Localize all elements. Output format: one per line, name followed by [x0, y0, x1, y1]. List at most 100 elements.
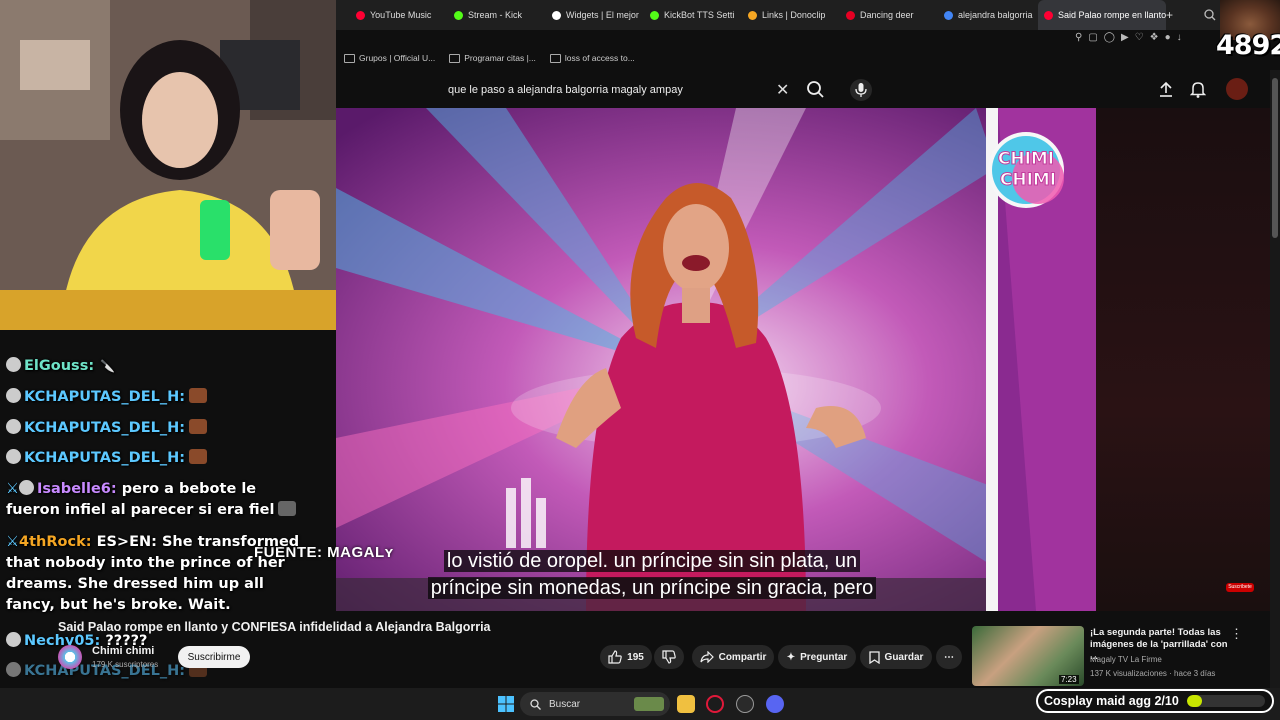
subscribe-button[interactable]: Suscribirme	[178, 646, 250, 668]
microphone-button[interactable]	[850, 79, 872, 101]
thumbs-down-icon	[662, 650, 676, 664]
recommended-video-meta: 137 K visualizaciones · hace 3 días	[1090, 669, 1216, 678]
search-input[interactable]: que le paso a alejandra balgorria magaly…	[438, 77, 800, 103]
taskbar-search[interactable]: Buscar	[520, 692, 670, 716]
video-player[interactable]: CHIMI CHIMI	[336, 108, 1096, 611]
more-vert-icon[interactable]: ⋮	[1230, 626, 1243, 642]
user-badge-icon	[6, 388, 21, 403]
donoclip-icon	[748, 10, 757, 20]
download-icon[interactable]: ↓	[1177, 32, 1182, 43]
pin-icon[interactable]: ⚲	[1075, 32, 1082, 43]
sword-badge-icon: ⚔	[6, 534, 19, 550]
like-count: 195	[627, 651, 644, 663]
ask-button[interactable]: ✦ Preguntar	[778, 645, 856, 669]
tab-youtube-music[interactable]: YouTube Music	[356, 0, 451, 30]
bookmark-grupos[interactable]: Grupos | Official U...	[344, 53, 435, 63]
discord-icon[interactable]	[766, 695, 784, 713]
share-icon	[699, 651, 714, 663]
tab-kickbot[interactable]: KickBot TTS Setti	[650, 0, 742, 30]
user-badge-icon	[6, 357, 21, 372]
tab-kick-stream[interactable]: Stream - Kick	[454, 0, 546, 30]
tab-google-search[interactable]: alejandra balgorria	[944, 0, 1036, 30]
tab-youtube-active[interactable]: Said Palao rompe en llanto	[1038, 0, 1166, 30]
streamer-webcam-image	[0, 0, 336, 330]
kick-icon	[454, 10, 463, 20]
cat-emote-icon	[278, 501, 297, 516]
knife-emote-icon: 🔪	[100, 359, 116, 373]
widget-icon	[552, 10, 561, 20]
bookmark-icon	[449, 53, 461, 63]
channel-avatar[interactable]	[58, 645, 82, 669]
save-button[interactable]: Guardar	[860, 645, 932, 669]
chat-message: KCHAPUTAS_DEL_H:	[6, 387, 208, 408]
youtube-music-icon	[356, 10, 365, 20]
windows-start-icon[interactable]	[498, 696, 514, 712]
notifications-bell-icon[interactable]	[1190, 81, 1206, 98]
user-badge-icon	[19, 480, 34, 495]
user-badge-icon	[6, 449, 21, 464]
subtitle-line-1: lo vistió de oropel. un príncipe sin sin…	[443, 550, 861, 572]
tab-donoclip[interactable]: Links | Donoclip	[748, 0, 840, 30]
tab-dancing-deer[interactable]: Dancing deer	[846, 0, 938, 30]
more-actions-button[interactable]: ⋯	[936, 645, 962, 669]
subtitle-line-2: príncipe sin monedas, un príncipe sin gr…	[427, 577, 877, 599]
subscribe-corner-tag[interactable]: Suscribete	[1226, 583, 1254, 592]
kickbot-icon	[650, 10, 659, 20]
thumbs-up-icon	[608, 650, 622, 664]
emote-icon	[189, 388, 208, 403]
user-badge-icon	[6, 662, 21, 677]
obs-icon[interactable]	[736, 695, 754, 713]
search-highlight-image	[634, 697, 664, 711]
recommended-video-duration: 7:23	[1059, 675, 1079, 684]
cosplay-goal-progress-bar	[1186, 695, 1265, 707]
shield-icon[interactable]: ◯	[1104, 32, 1115, 43]
bookmark-icon	[549, 53, 561, 63]
video-subtitles: lo vistió de oropel. un príncipe sin sin…	[396, 548, 908, 602]
like-button[interactable]: 195	[600, 645, 652, 669]
opera-gx-icon[interactable]	[706, 695, 724, 713]
chimi-logo-line1: CHIMI	[998, 149, 1054, 169]
search-tabs-icon[interactable]	[1204, 9, 1216, 21]
emote-icon	[189, 449, 208, 464]
search-icon[interactable]	[806, 80, 826, 100]
file-explorer-icon[interactable]	[677, 695, 695, 713]
puzzle-icon[interactable]: ❖	[1150, 32, 1159, 43]
cosplay-goal-label: Cosplay maid agg 2/10	[1044, 694, 1179, 708]
bookmark-programar-citas[interactable]: Programar citas |...	[449, 53, 536, 63]
tab-widgets[interactable]: Widgets | El mejor	[552, 0, 644, 30]
heart-icon[interactable]: ♡	[1135, 32, 1144, 43]
recommended-video-channel: Magaly TV La Firme	[1090, 655, 1162, 664]
bookmark-loss-of-access[interactable]: loss of access to...	[549, 53, 635, 63]
chat-message: ⚔4thRock: ES>EN: She transformed that no…	[6, 534, 300, 613]
chat-message: KCHAPUTAS_DEL_H:	[6, 418, 208, 439]
new-tab-button[interactable]: +	[1166, 0, 1182, 30]
microphone-icon	[855, 83, 867, 97]
viewer-counter: 4892	[1216, 30, 1280, 61]
emote-icon	[189, 419, 208, 434]
extension-square-icon[interactable]: ▢	[1088, 32, 1097, 43]
account-avatar[interactable]	[1226, 78, 1248, 100]
scrollbar-thumb[interactable]	[1272, 78, 1278, 238]
bookmark-icon	[344, 53, 355, 63]
profile-icon[interactable]: ●	[1165, 32, 1171, 43]
dislike-button[interactable]	[654, 645, 684, 669]
search-icon	[530, 698, 541, 710]
cosplay-goal-widget: Cosplay maid agg 2/10	[1036, 689, 1274, 713]
share-button[interactable]: Compartir	[692, 645, 774, 669]
browser-tab-bar: YouTube Music Stream - Kick Widgets | El…	[336, 0, 1280, 30]
chat-message: ⚔ Isabelle6: pero a bebote le fueron infi…	[6, 479, 306, 521]
video-side-blank	[1096, 108, 1270, 611]
cosplay-goal-progress-fill	[1186, 695, 1203, 707]
user-badge-icon	[6, 632, 21, 647]
channel-name[interactable]: Chimi chimi	[92, 645, 154, 657]
pinterest-icon	[846, 10, 855, 20]
chat-message: KCHAPUTAS_DEL_H:	[6, 448, 208, 469]
bookmark-save-icon	[868, 650, 880, 664]
play-icon[interactable]: ▶	[1121, 32, 1129, 43]
sparkle-icon: ✦	[786, 651, 796, 663]
close-icon[interactable]: ✕	[776, 80, 789, 100]
upload-icon[interactable]	[1158, 81, 1174, 98]
webcam-feed	[0, 0, 336, 330]
extension-toolbar: ⚲ ▢ ◯ ▶ ♡ ❖ ● ↓	[1075, 30, 1220, 44]
youtube-icon	[1044, 10, 1053, 20]
